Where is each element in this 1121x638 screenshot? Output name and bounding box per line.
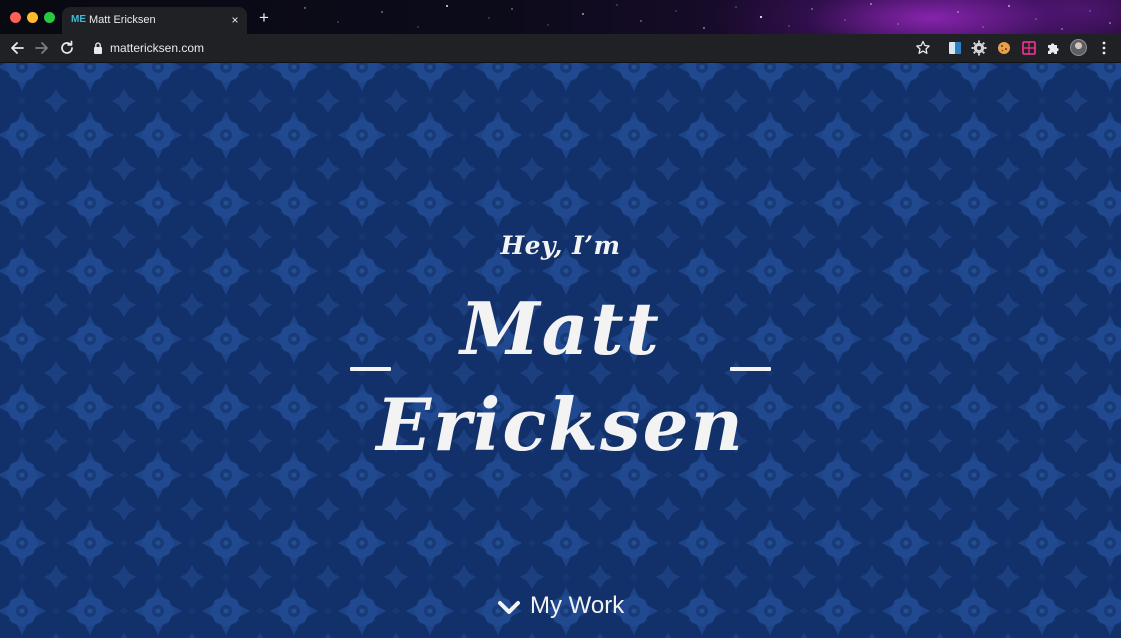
window-maximize-button[interactable]: [44, 12, 55, 23]
window-minimize-button[interactable]: [27, 12, 38, 23]
bookmark-star-icon[interactable]: [914, 39, 932, 57]
tab-close-icon[interactable]: ×: [229, 13, 241, 27]
my-work-link[interactable]: My Work: [494, 590, 634, 624]
pink-grid-extension-icon[interactable]: [1020, 39, 1038, 57]
tab-strip: ME Matt Ericksen × +: [0, 0, 1121, 34]
back-arrow-icon[interactable]: [8, 39, 26, 57]
profile-avatar[interactable]: [1070, 39, 1087, 56]
hero-greeting: Hey, I’m: [500, 231, 621, 260]
window-close-button[interactable]: [10, 12, 21, 23]
reload-icon[interactable]: [58, 39, 76, 57]
hero-name-first: Matt: [460, 286, 661, 371]
menu-kebab-icon[interactable]: [1095, 39, 1113, 57]
cookie-extension-icon[interactable]: [995, 39, 1013, 57]
site-favicon-icon: ME: [71, 14, 86, 25]
tab-title: Matt Ericksen: [89, 14, 156, 26]
settings-gear-extension-icon[interactable]: [970, 39, 988, 57]
reader-extension-icon[interactable]: [946, 39, 964, 57]
browser-toolbar: mattericksen.com: [0, 34, 1121, 63]
address-bar-url[interactable]: mattericksen.com: [110, 40, 204, 56]
browser-window: ME Matt Ericksen × + mattericksen.com He…: [0, 0, 1121, 638]
my-work-label: My Work: [530, 592, 625, 619]
tab-active[interactable]: ME Matt Ericksen ×: [62, 7, 247, 34]
hero-section: Hey, I’m Matt Ericksen My Work: [0, 63, 1121, 638]
extensions-puzzle-icon[interactable]: [1045, 39, 1063, 57]
lock-icon[interactable]: [92, 41, 104, 55]
forward-arrow-icon[interactable]: [33, 39, 51, 57]
hero-name-last: Ericksen: [376, 382, 745, 467]
chevron-down-icon: [498, 601, 520, 614]
new-tab-button[interactable]: +: [256, 9, 272, 26]
